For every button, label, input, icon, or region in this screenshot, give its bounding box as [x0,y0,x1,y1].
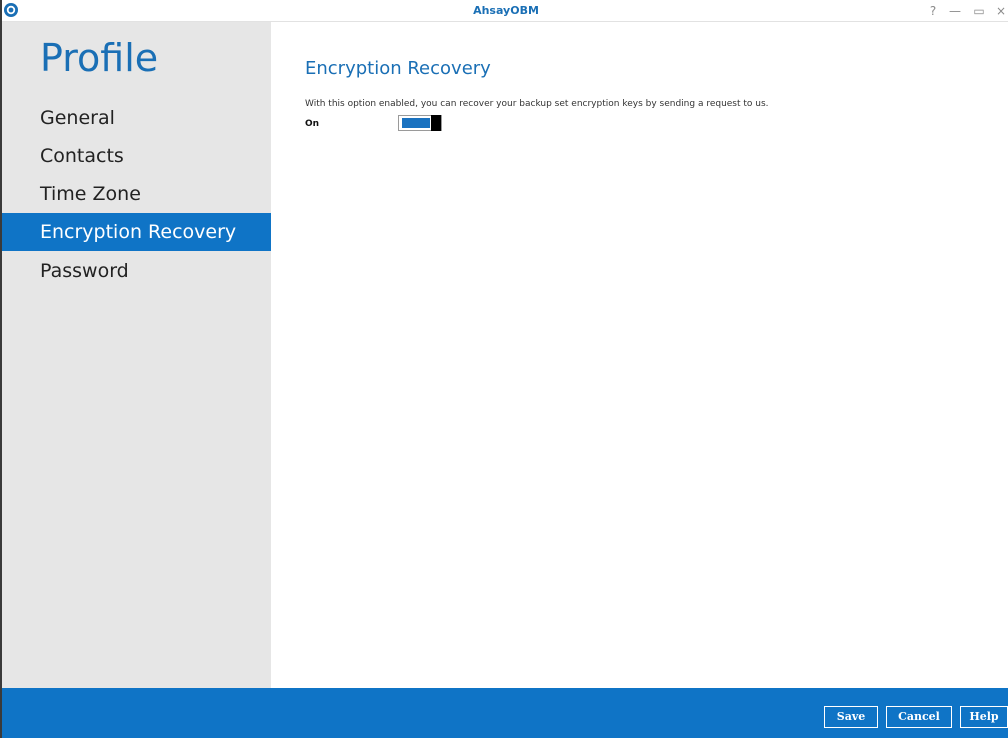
sidebar-item-contacts[interactable]: Contacts [2,137,271,175]
title-bar: AhsayOBM ? — ▭ × [2,0,1008,22]
help-button[interactable]: Help [960,706,1008,728]
option-description: With this option enabled, you can recove… [305,99,769,109]
close-icon[interactable]: × [992,2,1008,20]
minimize-icon[interactable]: — [946,2,964,20]
maximize-icon[interactable]: ▭ [970,2,988,20]
help-icon[interactable]: ? [924,2,942,20]
window-title: AhsayOBM [473,4,539,17]
sidebar-item-encryption-recovery[interactable]: Encryption Recovery [2,213,271,251]
sidebar-item-password[interactable]: Password [2,252,271,290]
app-window: AhsayOBM ? — ▭ × Profile General Contact… [0,0,1008,738]
sidebar: Profile General Contacts Time Zone Encry… [2,22,271,688]
page-title: Encryption Recovery [305,58,491,79]
cancel-button[interactable]: Cancel [886,706,952,728]
sidebar-item-general[interactable]: General [2,99,271,137]
save-button[interactable]: Save [824,706,878,728]
toggle-knob[interactable] [431,115,441,131]
sidebar-title: Profile [40,36,159,80]
encryption-recovery-toggle[interactable] [398,115,442,131]
toggle-fill [402,118,430,128]
sidebar-item-time-zone[interactable]: Time Zone [2,175,271,213]
toggle-state-label: On [305,119,320,129]
footer-bar: Save Cancel Help [2,688,1008,738]
